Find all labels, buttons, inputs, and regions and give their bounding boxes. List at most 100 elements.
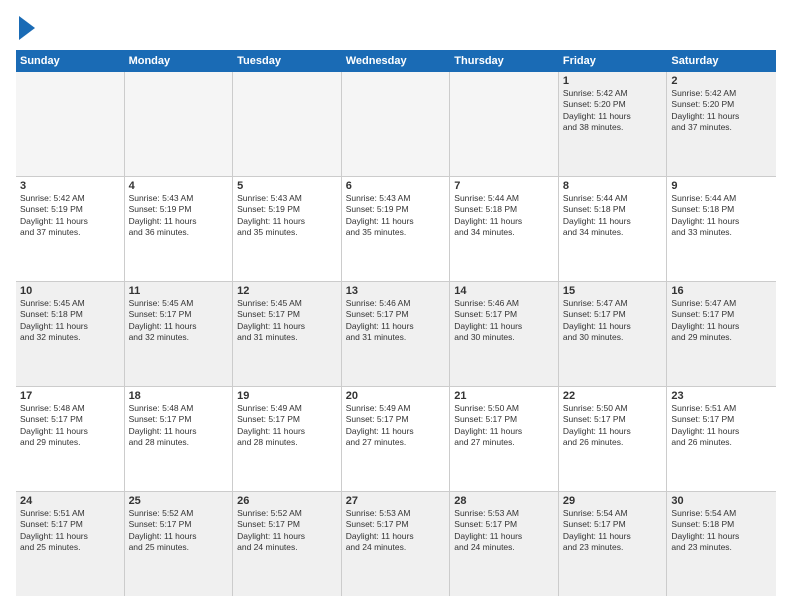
calendar-cell: 18Sunrise: 5:48 AM Sunset: 5:17 PM Dayli… bbox=[125, 387, 234, 491]
calendar-cell: 19Sunrise: 5:49 AM Sunset: 5:17 PM Dayli… bbox=[233, 387, 342, 491]
calendar-cell: 28Sunrise: 5:53 AM Sunset: 5:17 PM Dayli… bbox=[450, 492, 559, 596]
header-day-friday: Friday bbox=[559, 50, 668, 72]
day-number: 26 bbox=[237, 495, 337, 507]
calendar-cell: 3Sunrise: 5:42 AM Sunset: 5:19 PM Daylig… bbox=[16, 177, 125, 281]
cell-info: Sunrise: 5:49 AM Sunset: 5:17 PM Dayligh… bbox=[237, 403, 337, 449]
cell-info: Sunrise: 5:48 AM Sunset: 5:17 PM Dayligh… bbox=[20, 403, 120, 449]
calendar-row-4: 17Sunrise: 5:48 AM Sunset: 5:17 PM Dayli… bbox=[16, 387, 776, 492]
day-number: 16 bbox=[671, 285, 772, 297]
cell-info: Sunrise: 5:42 AM Sunset: 5:20 PM Dayligh… bbox=[671, 88, 772, 134]
day-number: 17 bbox=[20, 390, 120, 402]
day-number: 1 bbox=[563, 75, 663, 87]
day-number: 13 bbox=[346, 285, 446, 297]
day-number: 23 bbox=[671, 390, 772, 402]
calendar-row-2: 3Sunrise: 5:42 AM Sunset: 5:19 PM Daylig… bbox=[16, 177, 776, 282]
calendar-body: 1Sunrise: 5:42 AM Sunset: 5:20 PM Daylig… bbox=[16, 72, 776, 596]
calendar-cell: 17Sunrise: 5:48 AM Sunset: 5:17 PM Dayli… bbox=[16, 387, 125, 491]
calendar-cell bbox=[233, 72, 342, 176]
calendar-cell: 13Sunrise: 5:46 AM Sunset: 5:17 PM Dayli… bbox=[342, 282, 451, 386]
day-number: 24 bbox=[20, 495, 120, 507]
day-number: 29 bbox=[563, 495, 663, 507]
calendar-cell: 6Sunrise: 5:43 AM Sunset: 5:19 PM Daylig… bbox=[342, 177, 451, 281]
page: SundayMondayTuesdayWednesdayThursdayFrid… bbox=[0, 0, 792, 612]
day-number: 7 bbox=[454, 180, 554, 192]
cell-info: Sunrise: 5:47 AM Sunset: 5:17 PM Dayligh… bbox=[671, 298, 772, 344]
day-number: 10 bbox=[20, 285, 120, 297]
calendar-cell: 12Sunrise: 5:45 AM Sunset: 5:17 PM Dayli… bbox=[233, 282, 342, 386]
header-day-monday: Monday bbox=[125, 50, 234, 72]
cell-info: Sunrise: 5:46 AM Sunset: 5:17 PM Dayligh… bbox=[454, 298, 554, 344]
calendar-cell bbox=[342, 72, 451, 176]
day-number: 9 bbox=[671, 180, 772, 192]
calendar-cell: 26Sunrise: 5:52 AM Sunset: 5:17 PM Dayli… bbox=[233, 492, 342, 596]
day-number: 20 bbox=[346, 390, 446, 402]
cell-info: Sunrise: 5:44 AM Sunset: 5:18 PM Dayligh… bbox=[454, 193, 554, 239]
day-number: 14 bbox=[454, 285, 554, 297]
day-number: 28 bbox=[454, 495, 554, 507]
calendar-cell bbox=[450, 72, 559, 176]
calendar-cell: 21Sunrise: 5:50 AM Sunset: 5:17 PM Dayli… bbox=[450, 387, 559, 491]
calendar-cell: 15Sunrise: 5:47 AM Sunset: 5:17 PM Dayli… bbox=[559, 282, 668, 386]
calendar-cell: 22Sunrise: 5:50 AM Sunset: 5:17 PM Dayli… bbox=[559, 387, 668, 491]
cell-info: Sunrise: 5:44 AM Sunset: 5:18 PM Dayligh… bbox=[671, 193, 772, 239]
cell-info: Sunrise: 5:46 AM Sunset: 5:17 PM Dayligh… bbox=[346, 298, 446, 344]
day-number: 19 bbox=[237, 390, 337, 402]
calendar-cell: 16Sunrise: 5:47 AM Sunset: 5:17 PM Dayli… bbox=[667, 282, 776, 386]
calendar-cell: 25Sunrise: 5:52 AM Sunset: 5:17 PM Dayli… bbox=[125, 492, 234, 596]
cell-info: Sunrise: 5:49 AM Sunset: 5:17 PM Dayligh… bbox=[346, 403, 446, 449]
header-day-tuesday: Tuesday bbox=[233, 50, 342, 72]
day-number: 21 bbox=[454, 390, 554, 402]
calendar-row-1: 1Sunrise: 5:42 AM Sunset: 5:20 PM Daylig… bbox=[16, 72, 776, 177]
cell-info: Sunrise: 5:53 AM Sunset: 5:17 PM Dayligh… bbox=[454, 508, 554, 554]
calendar-cell: 27Sunrise: 5:53 AM Sunset: 5:17 PM Dayli… bbox=[342, 492, 451, 596]
cell-info: Sunrise: 5:53 AM Sunset: 5:17 PM Dayligh… bbox=[346, 508, 446, 554]
cell-info: Sunrise: 5:44 AM Sunset: 5:18 PM Dayligh… bbox=[563, 193, 663, 239]
calendar-cell bbox=[125, 72, 234, 176]
day-number: 25 bbox=[129, 495, 229, 507]
cell-info: Sunrise: 5:47 AM Sunset: 5:17 PM Dayligh… bbox=[563, 298, 663, 344]
calendar-cell bbox=[16, 72, 125, 176]
calendar-cell: 5Sunrise: 5:43 AM Sunset: 5:19 PM Daylig… bbox=[233, 177, 342, 281]
cell-info: Sunrise: 5:45 AM Sunset: 5:18 PM Dayligh… bbox=[20, 298, 120, 344]
calendar-cell: 2Sunrise: 5:42 AM Sunset: 5:20 PM Daylig… bbox=[667, 72, 776, 176]
cell-info: Sunrise: 5:42 AM Sunset: 5:19 PM Dayligh… bbox=[20, 193, 120, 239]
day-number: 18 bbox=[129, 390, 229, 402]
cell-info: Sunrise: 5:43 AM Sunset: 5:19 PM Dayligh… bbox=[129, 193, 229, 239]
calendar-cell: 10Sunrise: 5:45 AM Sunset: 5:18 PM Dayli… bbox=[16, 282, 125, 386]
cell-info: Sunrise: 5:54 AM Sunset: 5:17 PM Dayligh… bbox=[563, 508, 663, 554]
calendar-cell: 7Sunrise: 5:44 AM Sunset: 5:18 PM Daylig… bbox=[450, 177, 559, 281]
day-number: 11 bbox=[129, 285, 229, 297]
calendar-header: SundayMondayTuesdayWednesdayThursdayFrid… bbox=[16, 50, 776, 72]
day-number: 8 bbox=[563, 180, 663, 192]
calendar-cell: 29Sunrise: 5:54 AM Sunset: 5:17 PM Dayli… bbox=[559, 492, 668, 596]
day-number: 30 bbox=[671, 495, 772, 507]
cell-info: Sunrise: 5:52 AM Sunset: 5:17 PM Dayligh… bbox=[129, 508, 229, 554]
calendar-cell: 20Sunrise: 5:49 AM Sunset: 5:17 PM Dayli… bbox=[342, 387, 451, 491]
day-number: 27 bbox=[346, 495, 446, 507]
calendar-cell: 24Sunrise: 5:51 AM Sunset: 5:17 PM Dayli… bbox=[16, 492, 125, 596]
header bbox=[16, 16, 776, 40]
cell-info: Sunrise: 5:45 AM Sunset: 5:17 PM Dayligh… bbox=[129, 298, 229, 344]
cell-info: Sunrise: 5:50 AM Sunset: 5:17 PM Dayligh… bbox=[454, 403, 554, 449]
calendar-cell: 23Sunrise: 5:51 AM Sunset: 5:17 PM Dayli… bbox=[667, 387, 776, 491]
cell-info: Sunrise: 5:43 AM Sunset: 5:19 PM Dayligh… bbox=[237, 193, 337, 239]
cell-info: Sunrise: 5:51 AM Sunset: 5:17 PM Dayligh… bbox=[671, 403, 772, 449]
calendar-cell: 1Sunrise: 5:42 AM Sunset: 5:20 PM Daylig… bbox=[559, 72, 668, 176]
day-number: 22 bbox=[563, 390, 663, 402]
day-number: 6 bbox=[346, 180, 446, 192]
cell-info: Sunrise: 5:43 AM Sunset: 5:19 PM Dayligh… bbox=[346, 193, 446, 239]
calendar-cell: 11Sunrise: 5:45 AM Sunset: 5:17 PM Dayli… bbox=[125, 282, 234, 386]
calendar-cell: 14Sunrise: 5:46 AM Sunset: 5:17 PM Dayli… bbox=[450, 282, 559, 386]
calendar-cell: 9Sunrise: 5:44 AM Sunset: 5:18 PM Daylig… bbox=[667, 177, 776, 281]
cell-info: Sunrise: 5:42 AM Sunset: 5:20 PM Dayligh… bbox=[563, 88, 663, 134]
header-day-wednesday: Wednesday bbox=[342, 50, 451, 72]
cell-info: Sunrise: 5:50 AM Sunset: 5:17 PM Dayligh… bbox=[563, 403, 663, 449]
day-number: 3 bbox=[20, 180, 120, 192]
day-number: 12 bbox=[237, 285, 337, 297]
logo-arrow-icon bbox=[19, 16, 35, 40]
cell-info: Sunrise: 5:51 AM Sunset: 5:17 PM Dayligh… bbox=[20, 508, 120, 554]
calendar-cell: 30Sunrise: 5:54 AM Sunset: 5:18 PM Dayli… bbox=[667, 492, 776, 596]
day-number: 2 bbox=[671, 75, 772, 87]
calendar-row-3: 10Sunrise: 5:45 AM Sunset: 5:18 PM Dayli… bbox=[16, 282, 776, 387]
header-day-thursday: Thursday bbox=[450, 50, 559, 72]
